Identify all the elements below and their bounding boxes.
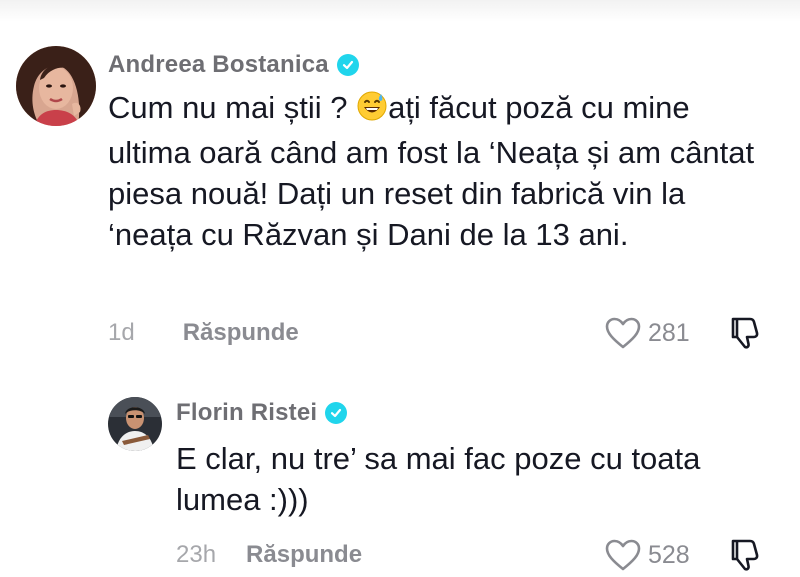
avatar[interactable] <box>108 397 162 451</box>
username[interactable]: Florin Ristei <box>176 398 348 428</box>
reply-button[interactable]: Răspunde <box>183 319 299 347</box>
like-count: 281 <box>648 318 690 347</box>
comment-florin: Florin Ristei E clar, nu tre’ sa mai fac… <box>0 380 800 577</box>
like-count: 528 <box>648 540 690 569</box>
grinning-sweat-emoji-icon <box>356 90 388 133</box>
comment-meta: 1d Răspunde <box>108 318 299 348</box>
timestamp: 1d <box>108 319 135 346</box>
username[interactable]: Andreea Bostanica <box>108 50 359 80</box>
like-section: 281 <box>604 316 762 350</box>
reply-button[interactable]: Răspunde <box>246 541 362 569</box>
heart-outline-icon[interactable] <box>604 316 642 350</box>
comment-andreea: Andreea Bostanica Cum nu mai știi ? ați … <box>0 0 800 380</box>
username-text: Andreea Bostanica <box>108 51 329 78</box>
thumbs-down-icon[interactable] <box>728 537 762 573</box>
avatar[interactable] <box>16 46 96 126</box>
username-text: Florin Ristei <box>176 399 318 426</box>
comment-meta: 23h Răspunde <box>176 540 362 570</box>
comment-text-part1: Cum nu mai știi ? <box>108 90 357 125</box>
heart-outline-icon[interactable] <box>604 538 642 572</box>
like-section: 528 <box>604 538 762 572</box>
verified-badge-icon <box>325 402 348 424</box>
verified-badge-icon <box>336 54 359 76</box>
thumbs-down-icon[interactable] <box>728 315 762 351</box>
comment-text: Cum nu mai știi ? ați făcut poză cu mine… <box>108 88 768 256</box>
comment-text: E clar, nu tre’ sa mai fac poze cu toata… <box>176 441 701 517</box>
timestamp: 23h <box>176 541 217 568</box>
